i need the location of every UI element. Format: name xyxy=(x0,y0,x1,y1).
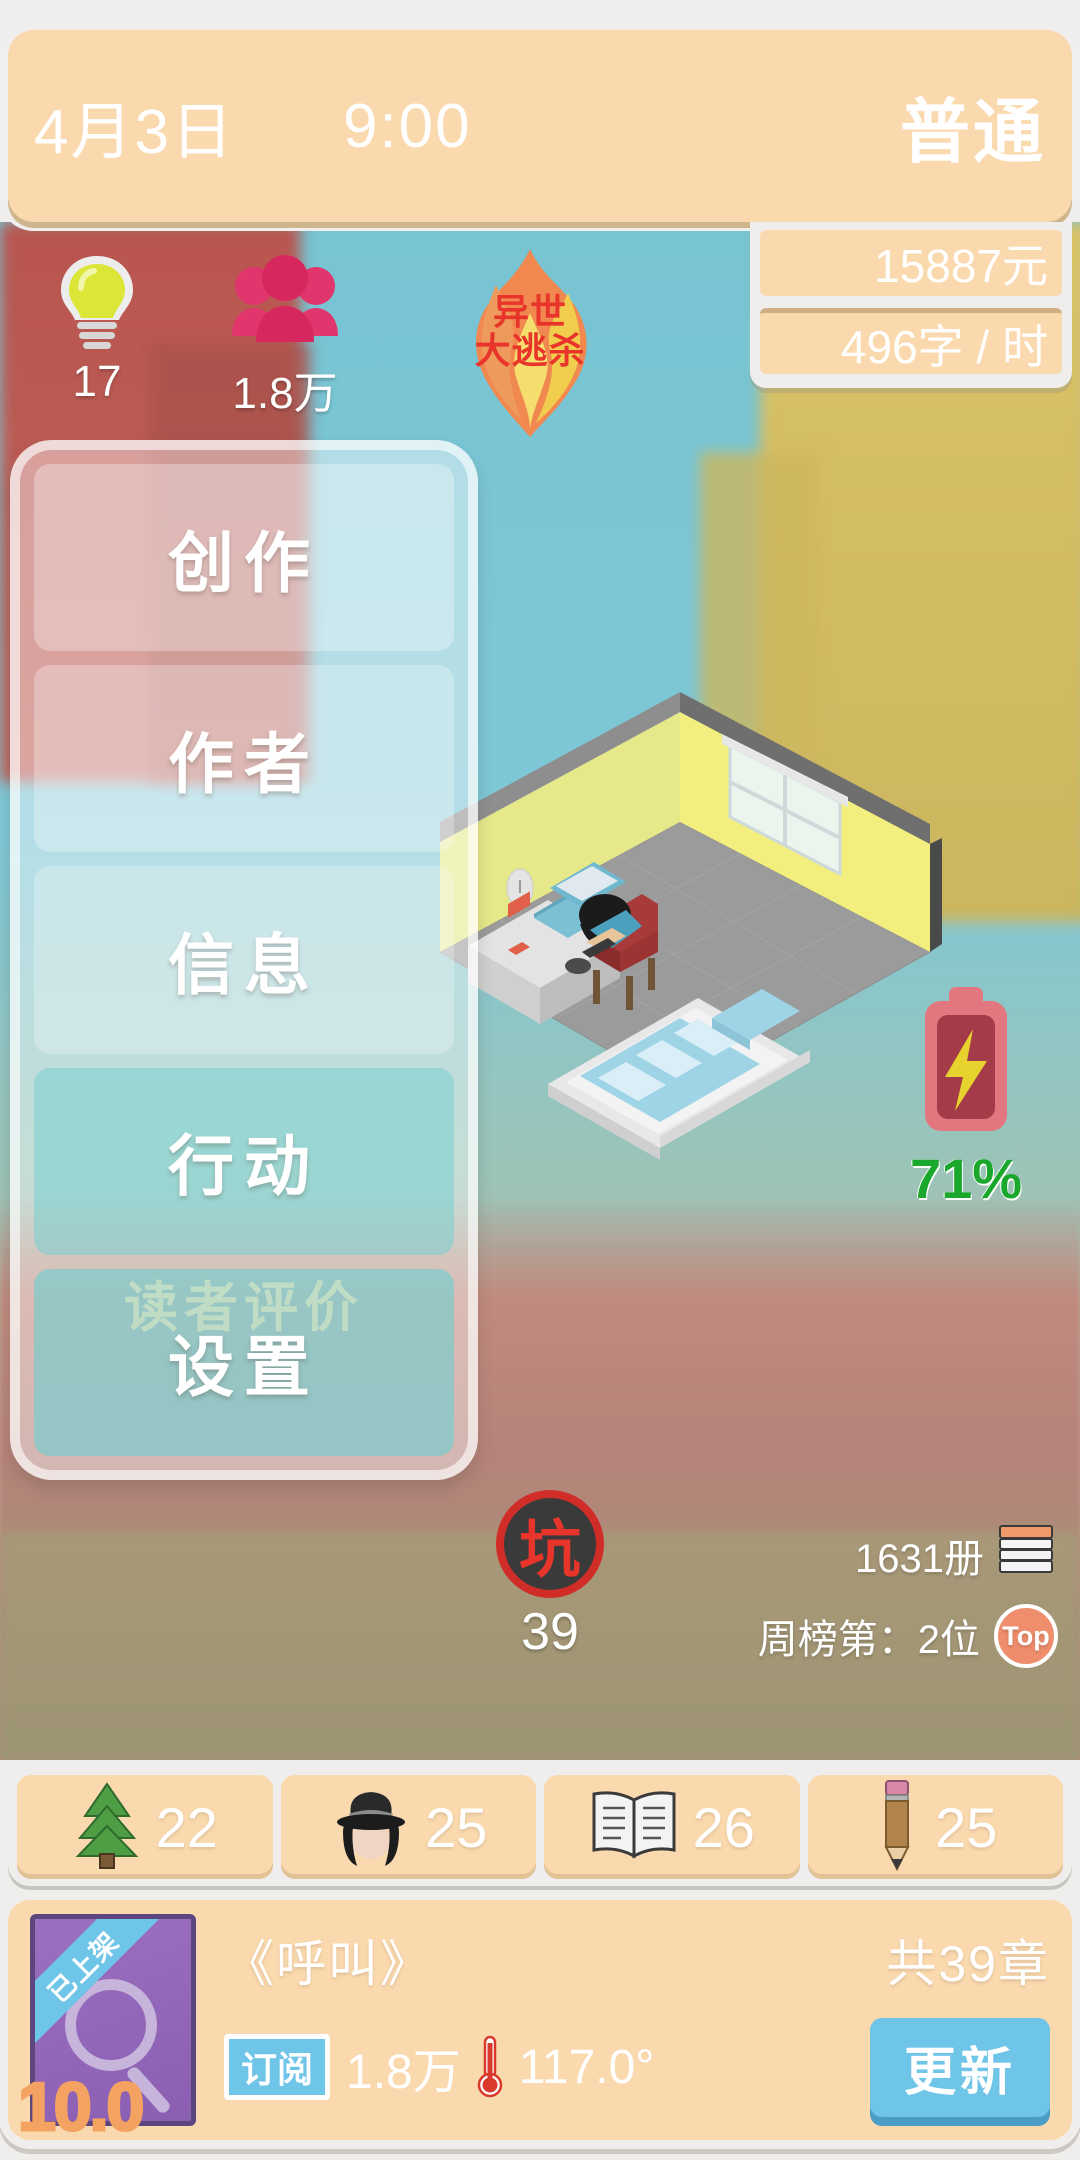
reader-review-ghost-label: 读者评价 xyxy=(124,1277,364,1338)
current-book-card[interactable]: 已上架 10.0 《呼叫》 共39章 订阅 1.8万 117.0° 更新 xyxy=(8,1900,1072,2140)
writing-speed-value: 496字 / 时 xyxy=(760,308,1062,374)
subscribe-count: 1.8万 xyxy=(346,2046,461,2099)
energy-indicator[interactable]: 71% xyxy=(906,985,1026,1211)
book-rating: 10.0 xyxy=(16,2068,145,2141)
resource-panel: 15887元 496字 / 时 xyxy=(750,222,1072,388)
update-button[interactable]: 更新 xyxy=(869,2017,1050,2117)
lightbulb-icon xyxy=(51,250,143,355)
inspiration-value: 17 xyxy=(72,357,122,406)
menu-item-action[interactable]: 行动 xyxy=(34,1067,454,1255)
main-menu-panel: 创作 作者 信息 行动 读者评价 设置 xyxy=(10,440,478,1480)
game-time: 9:00 xyxy=(342,91,472,161)
menu-item-label: 信息 xyxy=(168,928,320,1002)
books-count: 1631册 xyxy=(855,1537,984,1581)
book-chapter-count: 共39章 xyxy=(886,1935,1050,1992)
subscribe-tag: 订阅 xyxy=(224,2034,331,2100)
pencil-icon xyxy=(873,1779,921,1876)
books-published-info: 1631册 xyxy=(855,1524,1054,1586)
top-header-bar: 4月3日 9:00 普通 xyxy=(8,30,1072,222)
menu-item-info[interactable]: 信息 xyxy=(34,866,454,1054)
top-stats-group: 17 1.8万 xyxy=(42,250,340,421)
menu-item-label: 作者 xyxy=(168,726,320,801)
detective-hat-icon xyxy=(329,1780,411,1875)
skill-tree[interactable]: 22 xyxy=(17,1775,273,1879)
thermometer-icon xyxy=(477,2035,503,2099)
unfinished-works-indicator[interactable]: 坑 39 xyxy=(480,1490,620,1662)
menu-item-settings[interactable]: 读者评价 设置 xyxy=(34,1268,454,1457)
skill-writing[interactable]: 25 xyxy=(807,1775,1063,1879)
trending-topic[interactable]: 异世 大逃杀 xyxy=(440,245,620,445)
game-date: 4月3日 xyxy=(34,98,235,167)
tree-icon xyxy=(72,1780,142,1875)
pit-badge: 坑 xyxy=(496,1490,604,1598)
skills-bar: 22 25 26 25 xyxy=(8,1768,1072,1886)
fans-value: 1.8万 xyxy=(232,369,338,418)
skill-reading[interactable]: 26 xyxy=(544,1775,800,1879)
game-screen: 4月3日 9:00 普通 15887元 496字 / 时 17 1.8万 异世 … xyxy=(0,0,1080,2160)
menu-item-label: 创作 xyxy=(168,525,320,600)
skill-value: 25 xyxy=(425,1795,488,1859)
menu-item-author[interactable]: 作者 xyxy=(34,665,454,853)
top-rank-badge: Top xyxy=(994,1604,1058,1668)
stat-inspiration[interactable]: 17 xyxy=(42,250,152,421)
weekly-rank-text: 周榜第：2位 xyxy=(757,1618,980,1662)
energy-percent: 71% xyxy=(909,1147,1023,1210)
fire-icon xyxy=(440,249,620,449)
difficulty-label: 普通 xyxy=(900,92,1046,171)
open-book-icon xyxy=(589,1786,679,1869)
skill-value: 26 xyxy=(692,1795,755,1859)
isometric-room[interactable] xyxy=(430,652,950,1212)
money-value: 15887元 xyxy=(760,230,1062,296)
fans-icon xyxy=(230,250,340,355)
pit-count: 39 xyxy=(521,1603,579,1661)
stat-fans[interactable]: 1.8万 xyxy=(230,250,340,421)
trending-line-2: 大逃杀 xyxy=(474,329,586,371)
skill-value: 22 xyxy=(155,1795,218,1859)
menu-item-create[interactable]: 创作 xyxy=(34,464,454,652)
book-details: 《呼叫》 共39章 订阅 1.8万 117.0° 更新 xyxy=(196,1914,1050,2126)
battery-icon xyxy=(911,987,1021,1139)
skill-detective[interactable]: 25 xyxy=(280,1775,536,1879)
trending-line-1: 异世 xyxy=(492,291,567,332)
book-heat-value: 117.0° xyxy=(518,2040,655,2094)
weekly-rank-info: 周榜第：2位 Top xyxy=(758,1604,1058,1668)
book-title: 《呼叫》 xyxy=(224,1935,432,1992)
menu-item-label: 行动 xyxy=(168,1129,320,1204)
skill-value: 25 xyxy=(935,1795,998,1859)
trending-topic-label: 异世 大逃杀 xyxy=(440,291,620,371)
book-stack-icon xyxy=(998,1524,1054,1586)
